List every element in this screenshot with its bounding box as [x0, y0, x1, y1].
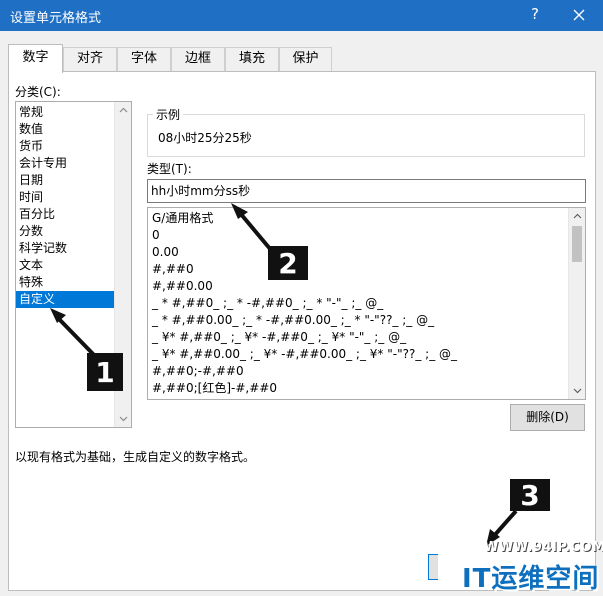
category-item-currency[interactable]: 货币: [16, 138, 114, 155]
dialog-title: 设置单元格格式: [10, 11, 102, 26]
sample-value: 08小时25分25秒: [158, 131, 252, 145]
category-item-number[interactable]: 数值: [16, 121, 114, 138]
close-button[interactable]: [566, 5, 592, 25]
format-scrollbar[interactable]: [568, 208, 585, 399]
scroll-down-icon[interactable]: [119, 414, 128, 423]
watermark: WWW.94IP.COM IT运维空间: [462, 538, 603, 596]
list-item[interactable]: #,##0;-#,##0: [152, 363, 244, 380]
category-item-fraction[interactable]: 分数: [16, 223, 114, 240]
tab-fill[interactable]: 填充: [225, 47, 279, 71]
close-icon: [573, 9, 585, 21]
help-button[interactable]: ?: [524, 5, 546, 25]
list-item[interactable]: #,##0.00: [152, 278, 213, 295]
description-text: 以现有格式为基础，生成自定义的数字格式。: [15, 450, 256, 464]
number-tab-panel: 分类(C): 常规 数值 货币 会计专用 日期 时间 百分比 分数 科学记数 文…: [8, 71, 596, 591]
scroll-down-icon[interactable]: [573, 386, 582, 395]
category-list[interactable]: 常规 数值 货币 会计专用 日期 时间 百分比 分数 科学记数 文本 特殊 自定…: [15, 101, 132, 428]
tab-font[interactable]: 字体: [117, 47, 171, 71]
watermark-url: WWW.94IP.COM: [484, 540, 603, 555]
tab-alignment[interactable]: 对齐: [63, 47, 117, 71]
list-item[interactable]: #,##0;[红色]-#,##0: [152, 380, 277, 397]
category-item-percentage[interactable]: 百分比: [16, 206, 114, 223]
watermark-brand: IT运维空间: [462, 564, 600, 594]
scroll-up-icon[interactable]: [573, 212, 582, 221]
format-code-list[interactable]: G/通用格式 0 0.00 #,##0 #,##0.00 _ * #,##0_ …: [147, 207, 586, 400]
type-input[interactable]: hh小时mm分ss秒: [147, 179, 586, 203]
list-item[interactable]: _ * #,##0_ ;_ * -#,##0_ ;_ * "-"_ ;_ @_: [152, 295, 383, 312]
tab-border[interactable]: 边框: [171, 47, 225, 71]
list-item[interactable]: G/通用格式: [152, 210, 213, 227]
title-bar: 设置单元格格式 ?: [0, 0, 603, 31]
list-item[interactable]: #,##0: [152, 261, 194, 278]
list-item[interactable]: _ ¥* #,##0.00_ ;_ ¥* -#,##0.00_ ;_ ¥* "-…: [152, 346, 457, 363]
category-item-custom[interactable]: 自定义: [16, 291, 114, 308]
list-item[interactable]: 0.00: [152, 244, 179, 261]
scroll-up-icon[interactable]: [119, 106, 128, 115]
category-scrollbar[interactable]: [114, 102, 131, 427]
category-label: 分类(C):: [15, 85, 61, 99]
sample-label: 示例: [153, 106, 184, 123]
category-item-text[interactable]: 文本: [16, 257, 114, 274]
delete-button[interactable]: 删除(D): [510, 404, 585, 431]
category-item-special[interactable]: 特殊: [16, 274, 114, 291]
list-item[interactable]: _ ¥* #,##0_ ;_ ¥* -#,##0_ ;_ ¥* "-"_ ;_ …: [152, 329, 406, 346]
ok-button[interactable]: [428, 554, 438, 580]
scrollbar-thumb[interactable]: [572, 226, 582, 262]
dialog-body: 数字 对齐 字体 边框 填充 保护 分类(C): 常规 数值 货币 会计专用 日…: [0, 31, 603, 596]
category-item-general[interactable]: 常规: [16, 104, 114, 121]
type-label: 类型(T):: [147, 162, 192, 176]
list-item[interactable]: 0: [152, 227, 160, 244]
category-item-scientific[interactable]: 科学记数: [16, 240, 114, 257]
category-item-accounting[interactable]: 会计专用: [16, 155, 114, 172]
list-item[interactable]: _ * #,##0.00_ ;_ * -#,##0.00_ ;_ * "-"??…: [152, 312, 434, 329]
category-item-time[interactable]: 时间: [16, 189, 114, 206]
tab-protection[interactable]: 保护: [279, 47, 332, 71]
tab-number[interactable]: 数字: [8, 44, 63, 73]
category-item-date[interactable]: 日期: [16, 172, 114, 189]
